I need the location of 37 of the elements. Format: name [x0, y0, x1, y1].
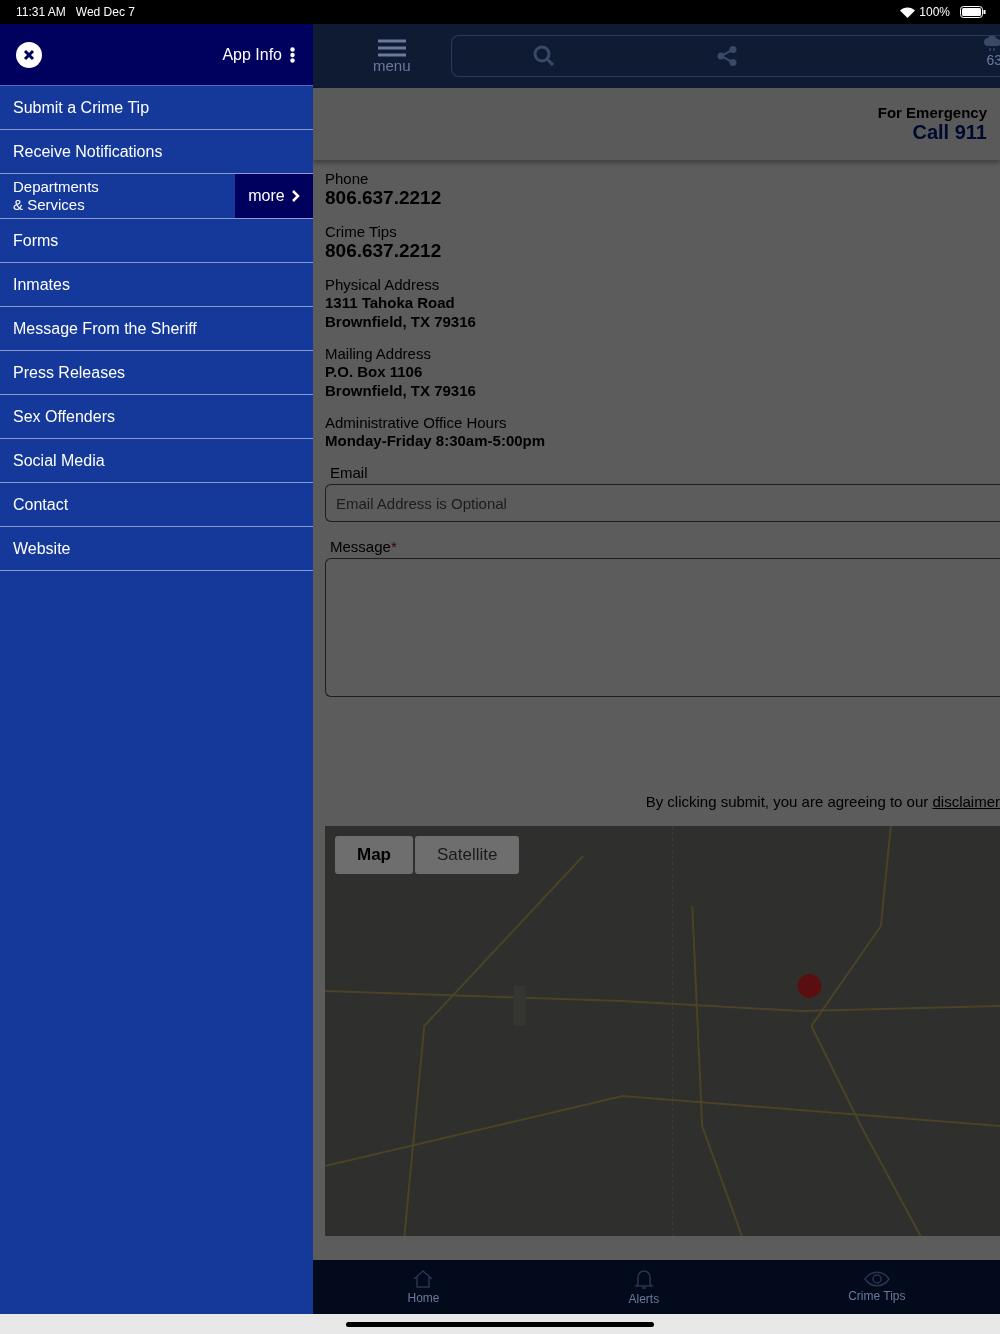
status-time: 11:31 AM: [16, 5, 66, 19]
email-field[interactable]: Email Address is Optional: [325, 484, 1000, 522]
info-label: Physical Address: [325, 276, 441, 293]
info-label: Crime Tips: [325, 223, 398, 240]
disclaimer-text: By clicking submit, you are agreeing to our disclaimer: [644, 793, 1000, 810]
info-value: Monday-Friday 8:30am-5:00pm: [325, 431, 547, 450]
chevron-right-icon: [290, 189, 300, 203]
share-icon[interactable]: [716, 46, 737, 66]
info-value: 1311 Tahoka Road Brownfield, TX 79316: [325, 293, 477, 331]
search-icon[interactable]: [532, 45, 555, 67]
close-button[interactable]: [16, 41, 42, 68]
nav-tab[interactable]: Alerts: [622, 1260, 666, 1314]
message-label: Message*: [329, 538, 398, 555]
bell-icon: [633, 1268, 654, 1290]
more-button[interactable]: more: [235, 174, 313, 218]
wifi-icon: [900, 6, 916, 18]
menu-icon: [377, 38, 406, 57]
eye-icon: [863, 1271, 890, 1287]
info-label: Mailing Address: [325, 345, 432, 362]
emergency-label: For Emergency: [877, 104, 987, 121]
rain-cloud-icon: [984, 36, 1000, 52]
battery-percent: 100%: [919, 5, 950, 19]
nav-tab[interactable]: Crime Tips: [842, 1260, 912, 1314]
info-value: P.O. Box 1106 Brownfield, TX 79316: [325, 362, 477, 400]
info-label: Phone: [325, 170, 370, 187]
status-date: Wed Dec 7: [75, 5, 135, 19]
email-label: Email: [329, 464, 369, 481]
battery-icon: [960, 6, 986, 18]
info-label: Administrative Office Hours: [325, 414, 508, 431]
menu-button[interactable]: menu: [373, 38, 411, 74]
app-info-button[interactable]: App Info: [222, 45, 295, 64]
home-icon: [412, 1269, 435, 1289]
message-field[interactable]: [325, 558, 1000, 697]
map-type-tab[interactable]: Map: [335, 836, 413, 874]
more-vertical-icon: [290, 46, 295, 63]
nav-tab[interactable]: Home: [401, 1260, 446, 1314]
close-icon: [23, 48, 35, 61]
